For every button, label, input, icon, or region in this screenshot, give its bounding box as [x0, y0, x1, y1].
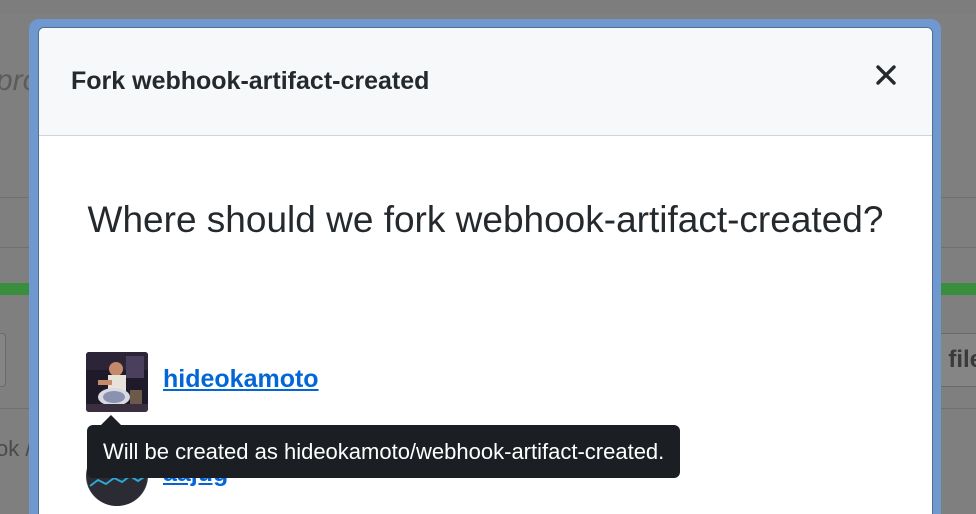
fork-dialog: Fork webhook-artifact-created Where shou…	[38, 27, 933, 514]
dialog-header: Fork webhook-artifact-created	[39, 28, 932, 136]
close-icon	[876, 65, 896, 85]
screen: pro d file ok / Fork webhook-artifact-cr…	[0, 0, 976, 514]
dialog-title: Fork webhook-artifact-created	[71, 67, 430, 95]
fork-destination-tooltip: Will be created as hideokamoto/webhook-a…	[87, 425, 681, 478]
fork-question: Where should we fork webhook-artifact-cr…	[87, 199, 884, 240]
owner-option-hideokamoto[interactable]: hideokamoto	[86, 352, 686, 414]
close-button[interactable]	[871, 60, 901, 90]
background-breadcrumb: ok /	[0, 436, 31, 461]
background-top-band	[0, 0, 976, 14]
tooltip-arrow	[101, 415, 121, 425]
avatar	[86, 352, 148, 412]
background-button-left	[0, 333, 6, 387]
owner-link[interactable]: hideokamoto	[163, 365, 319, 394]
